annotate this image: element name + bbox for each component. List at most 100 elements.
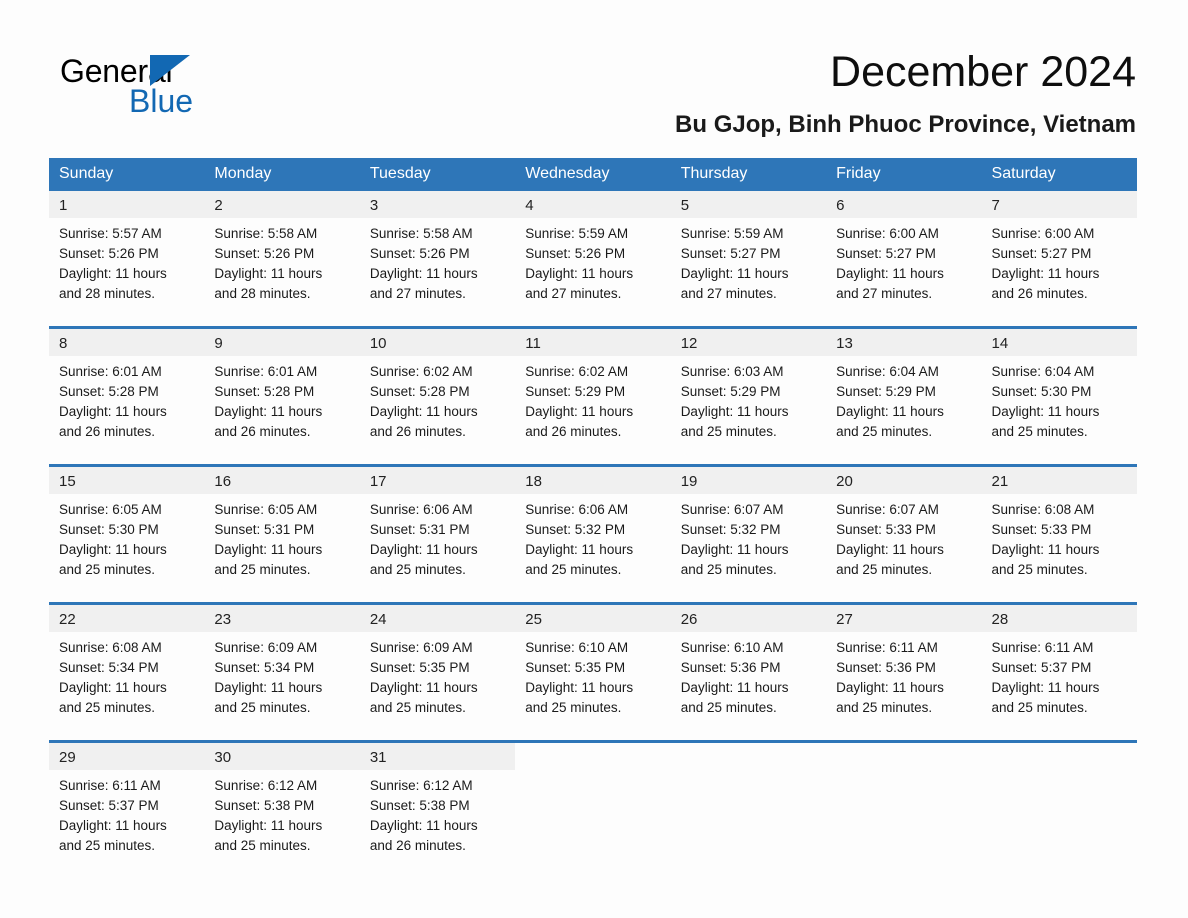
daylight-text-line2: and 25 minutes. bbox=[59, 562, 156, 577]
day-cell[interactable]: 24 Sunrise: 6:09 AM Sunset: 5:35 PM Dayligh… bbox=[359, 602, 516, 742]
day-cell-empty bbox=[981, 740, 1137, 878]
day-details: Sunrise: 6:12 AM Sunset: 5:38 PM Daylight:… bbox=[360, 770, 515, 856]
day-cell[interactable]: 22 Sunrise: 6:08 AM Sunset: 5:34 PM Dayligh… bbox=[49, 602, 205, 742]
day-cell[interactable]: 30 Sunrise: 6:12 AM Sunset: 5:38 PM Dayligh… bbox=[204, 740, 360, 878]
day-number: 21 bbox=[981, 467, 1137, 494]
sunrise-text: Sunrise: 5:58 AM bbox=[369, 226, 473, 241]
daylight-text-line1: Daylight: 11 hours bbox=[59, 404, 167, 419]
day-details: Sunrise: 6:09 AM Sunset: 5:34 PM Daylight:… bbox=[204, 632, 359, 718]
day-details: Sunrise: 6:02 AM Sunset: 5:28 PM Daylight:… bbox=[360, 356, 515, 442]
day-details: Sunrise: 6:02 AM Sunset: 5:29 PM Daylight:… bbox=[515, 356, 670, 442]
daylight-text-line2: and 28 minutes. bbox=[59, 286, 156, 301]
daylight-text-line2: and 25 minutes. bbox=[836, 424, 933, 439]
day-cell[interactable]: 29 Sunrise: 6:11 AM Sunset: 5:37 PM Dayligh… bbox=[49, 740, 205, 878]
day-number: 26 bbox=[670, 605, 827, 632]
day-cell[interactable]: 10 Sunrise: 6:02 AM Sunset: 5:28 PM Dayligh… bbox=[359, 326, 516, 466]
daylight-text-line1: Daylight: 11 hours bbox=[991, 680, 1100, 695]
day-cell[interactable]: 26 Sunrise: 6:10 AM Sunset: 5:36 PM Dayligh… bbox=[670, 602, 827, 742]
day-number: 11 bbox=[515, 329, 671, 356]
day-details: Sunrise: 5:57 AM Sunset: 5:26 PM Daylight:… bbox=[49, 218, 204, 304]
day-number: 12 bbox=[670, 329, 827, 356]
sunrise-text: Sunrise: 6:11 AM bbox=[59, 778, 161, 793]
sunrise-text: Sunrise: 6:04 AM bbox=[836, 364, 939, 379]
day-details: Sunrise: 6:04 AM Sunset: 5:29 PM Daylight:… bbox=[826, 356, 981, 442]
daylight-text-line2: and 25 minutes. bbox=[214, 562, 311, 577]
sunset-text: Sunset: 5:35 PM bbox=[369, 660, 470, 675]
day-cell[interactable]: 17 Sunrise: 6:06 AM Sunset: 5:31 PM Dayligh… bbox=[359, 464, 516, 604]
daylight-text-line2: and 27 minutes. bbox=[525, 286, 622, 301]
day-number bbox=[982, 743, 1137, 770]
sunrise-text: Sunrise: 6:10 AM bbox=[525, 640, 629, 655]
day-cell[interactable]: 20 Sunrise: 6:07 AM Sunset: 5:33 PM Dayligh… bbox=[826, 464, 982, 604]
sunrise-text: Sunrise: 6:03 AM bbox=[680, 364, 784, 379]
day-details: Sunrise: 6:01 AM Sunset: 5:28 PM Daylight:… bbox=[49, 356, 204, 442]
sunrise-text: Sunrise: 6:02 AM bbox=[369, 364, 473, 379]
day-cell[interactable]: 12 Sunrise: 6:03 AM Sunset: 5:29 PM Dayligh… bbox=[670, 326, 827, 466]
daylight-text-line2: and 25 minutes. bbox=[991, 700, 1088, 715]
day-cell[interactable]: 19 Sunrise: 6:07 AM Sunset: 5:32 PM Dayligh… bbox=[670, 464, 827, 604]
daylight-text-line2: and 28 minutes. bbox=[214, 286, 311, 301]
daylight-text-line1: Daylight: 11 hours bbox=[59, 542, 167, 557]
day-cell[interactable]: 28 Sunrise: 6:11 AM Sunset: 5:37 PM Dayligh… bbox=[981, 602, 1137, 742]
day-number: 15 bbox=[49, 467, 205, 494]
sunset-text: Sunset: 5:27 PM bbox=[680, 246, 781, 261]
day-number: 2 bbox=[204, 191, 360, 218]
daylight-text-line1: Daylight: 11 hours bbox=[214, 818, 323, 833]
sunset-text: Sunset: 5:37 PM bbox=[59, 798, 159, 813]
day-cell[interactable]: 31 Sunrise: 6:12 AM Sunset: 5:38 PM Dayligh… bbox=[359, 740, 516, 878]
sunset-text: Sunset: 5:30 PM bbox=[991, 384, 1092, 399]
daylight-text-line1: Daylight: 11 hours bbox=[59, 818, 167, 833]
daylight-text-line2: and 26 minutes. bbox=[525, 424, 622, 439]
day-number: 3 bbox=[359, 191, 516, 218]
daylight-text-line2: and 25 minutes. bbox=[836, 700, 933, 715]
sunrise-text: Sunrise: 6:02 AM bbox=[525, 364, 629, 379]
day-cell[interactable]: 4 Sunrise: 5:59 AM Sunset: 5:26 PM Daylight… bbox=[515, 191, 671, 328]
day-cell[interactable]: 15 Sunrise: 6:05 AM Sunset: 5:30 PM Dayligh… bbox=[49, 464, 205, 604]
daylight-text-line2: and 27 minutes. bbox=[369, 286, 466, 301]
day-cell[interactable]: 5 Sunrise: 5:59 AM Sunset: 5:27 PM Daylight… bbox=[670, 191, 827, 328]
weekday-header-saturday: Saturday bbox=[981, 158, 1137, 191]
sunrise-text: Sunrise: 6:12 AM bbox=[369, 778, 473, 793]
day-details: Sunrise: 6:01 AM Sunset: 5:28 PM Daylight:… bbox=[204, 356, 359, 442]
day-cell[interactable]: 11 Sunrise: 6:02 AM Sunset: 5:29 PM Dayligh… bbox=[515, 326, 671, 466]
sunset-text: Sunset: 5:29 PM bbox=[836, 384, 936, 399]
daylight-text-line1: Daylight: 11 hours bbox=[369, 818, 478, 833]
daylight-text-line2: and 25 minutes. bbox=[991, 424, 1088, 439]
day-cell[interactable]: 1 Sunrise: 5:57 AM Sunset: 5:26 PM Daylight… bbox=[49, 191, 205, 328]
day-cell[interactable]: 9 Sunrise: 6:01 AM Sunset: 5:28 PM Daylight… bbox=[204, 326, 360, 466]
day-number: 9 bbox=[204, 329, 360, 356]
day-cell[interactable]: 6 Sunrise: 6:00 AM Sunset: 5:27 PM Daylight… bbox=[826, 191, 982, 328]
day-cell-empty bbox=[670, 740, 827, 878]
sunset-text: Sunset: 5:36 PM bbox=[680, 660, 781, 675]
daylight-text-line1: Daylight: 11 hours bbox=[369, 542, 478, 557]
sunset-text: Sunset: 5:32 PM bbox=[525, 522, 626, 537]
day-cell[interactable]: 2 Sunrise: 5:58 AM Sunset: 5:26 PM Daylight… bbox=[204, 191, 360, 328]
day-number: 29 bbox=[49, 743, 205, 770]
daylight-text-line2: and 25 minutes. bbox=[59, 838, 156, 853]
day-cell[interactable]: 21 Sunrise: 6:08 AM Sunset: 5:33 PM Dayligh… bbox=[981, 464, 1137, 604]
calendar-week-row: 1 Sunrise: 5:57 AM Sunset: 5:26 PM Daylight… bbox=[49, 191, 1137, 328]
day-cell[interactable]: 27 Sunrise: 6:11 AM Sunset: 5:36 PM Dayligh… bbox=[826, 602, 982, 742]
day-cell[interactable]: 16 Sunrise: 6:05 AM Sunset: 5:31 PM Dayligh… bbox=[204, 464, 360, 604]
daylight-text-line1: Daylight: 11 hours bbox=[836, 266, 944, 281]
day-number: 14 bbox=[981, 329, 1137, 356]
sunrise-text: Sunrise: 6:00 AM bbox=[836, 226, 939, 241]
day-cell[interactable]: 7 Sunrise: 6:00 AM Sunset: 5:27 PM Daylight… bbox=[981, 191, 1137, 328]
day-number: 5 bbox=[670, 191, 827, 218]
day-details: Sunrise: 6:06 AM Sunset: 5:31 PM Daylight:… bbox=[360, 494, 515, 580]
day-cell[interactable]: 23 Sunrise: 6:09 AM Sunset: 5:34 PM Dayligh… bbox=[204, 602, 360, 742]
day-cell[interactable]: 8 Sunrise: 6:01 AM Sunset: 5:28 PM Daylight… bbox=[49, 326, 205, 466]
day-number: 17 bbox=[359, 467, 516, 494]
daylight-text-line1: Daylight: 11 hours bbox=[525, 266, 634, 281]
day-details: Sunrise: 6:09 AM Sunset: 5:35 PM Daylight:… bbox=[360, 632, 515, 718]
daylight-text-line2: and 25 minutes. bbox=[59, 700, 156, 715]
daylight-text-line1: Daylight: 11 hours bbox=[680, 680, 789, 695]
day-cell[interactable]: 25 Sunrise: 6:10 AM Sunset: 5:35 PM Dayligh… bbox=[515, 602, 671, 742]
calendar-week-row: 8 Sunrise: 6:01 AM Sunset: 5:28 PM Daylight… bbox=[49, 326, 1137, 466]
day-cell[interactable]: 14 Sunrise: 6:04 AM Sunset: 5:30 PM Dayligh… bbox=[981, 326, 1137, 466]
daylight-text-line2: and 26 minutes. bbox=[59, 424, 156, 439]
day-number bbox=[671, 743, 826, 770]
day-cell[interactable]: 13 Sunrise: 6:04 AM Sunset: 5:29 PM Dayligh… bbox=[826, 326, 982, 466]
day-cell[interactable]: 18 Sunrise: 6:06 AM Sunset: 5:32 PM Dayligh… bbox=[515, 464, 671, 604]
day-cell[interactable]: 3 Sunrise: 5:58 AM Sunset: 5:26 PM Daylight… bbox=[359, 191, 516, 328]
